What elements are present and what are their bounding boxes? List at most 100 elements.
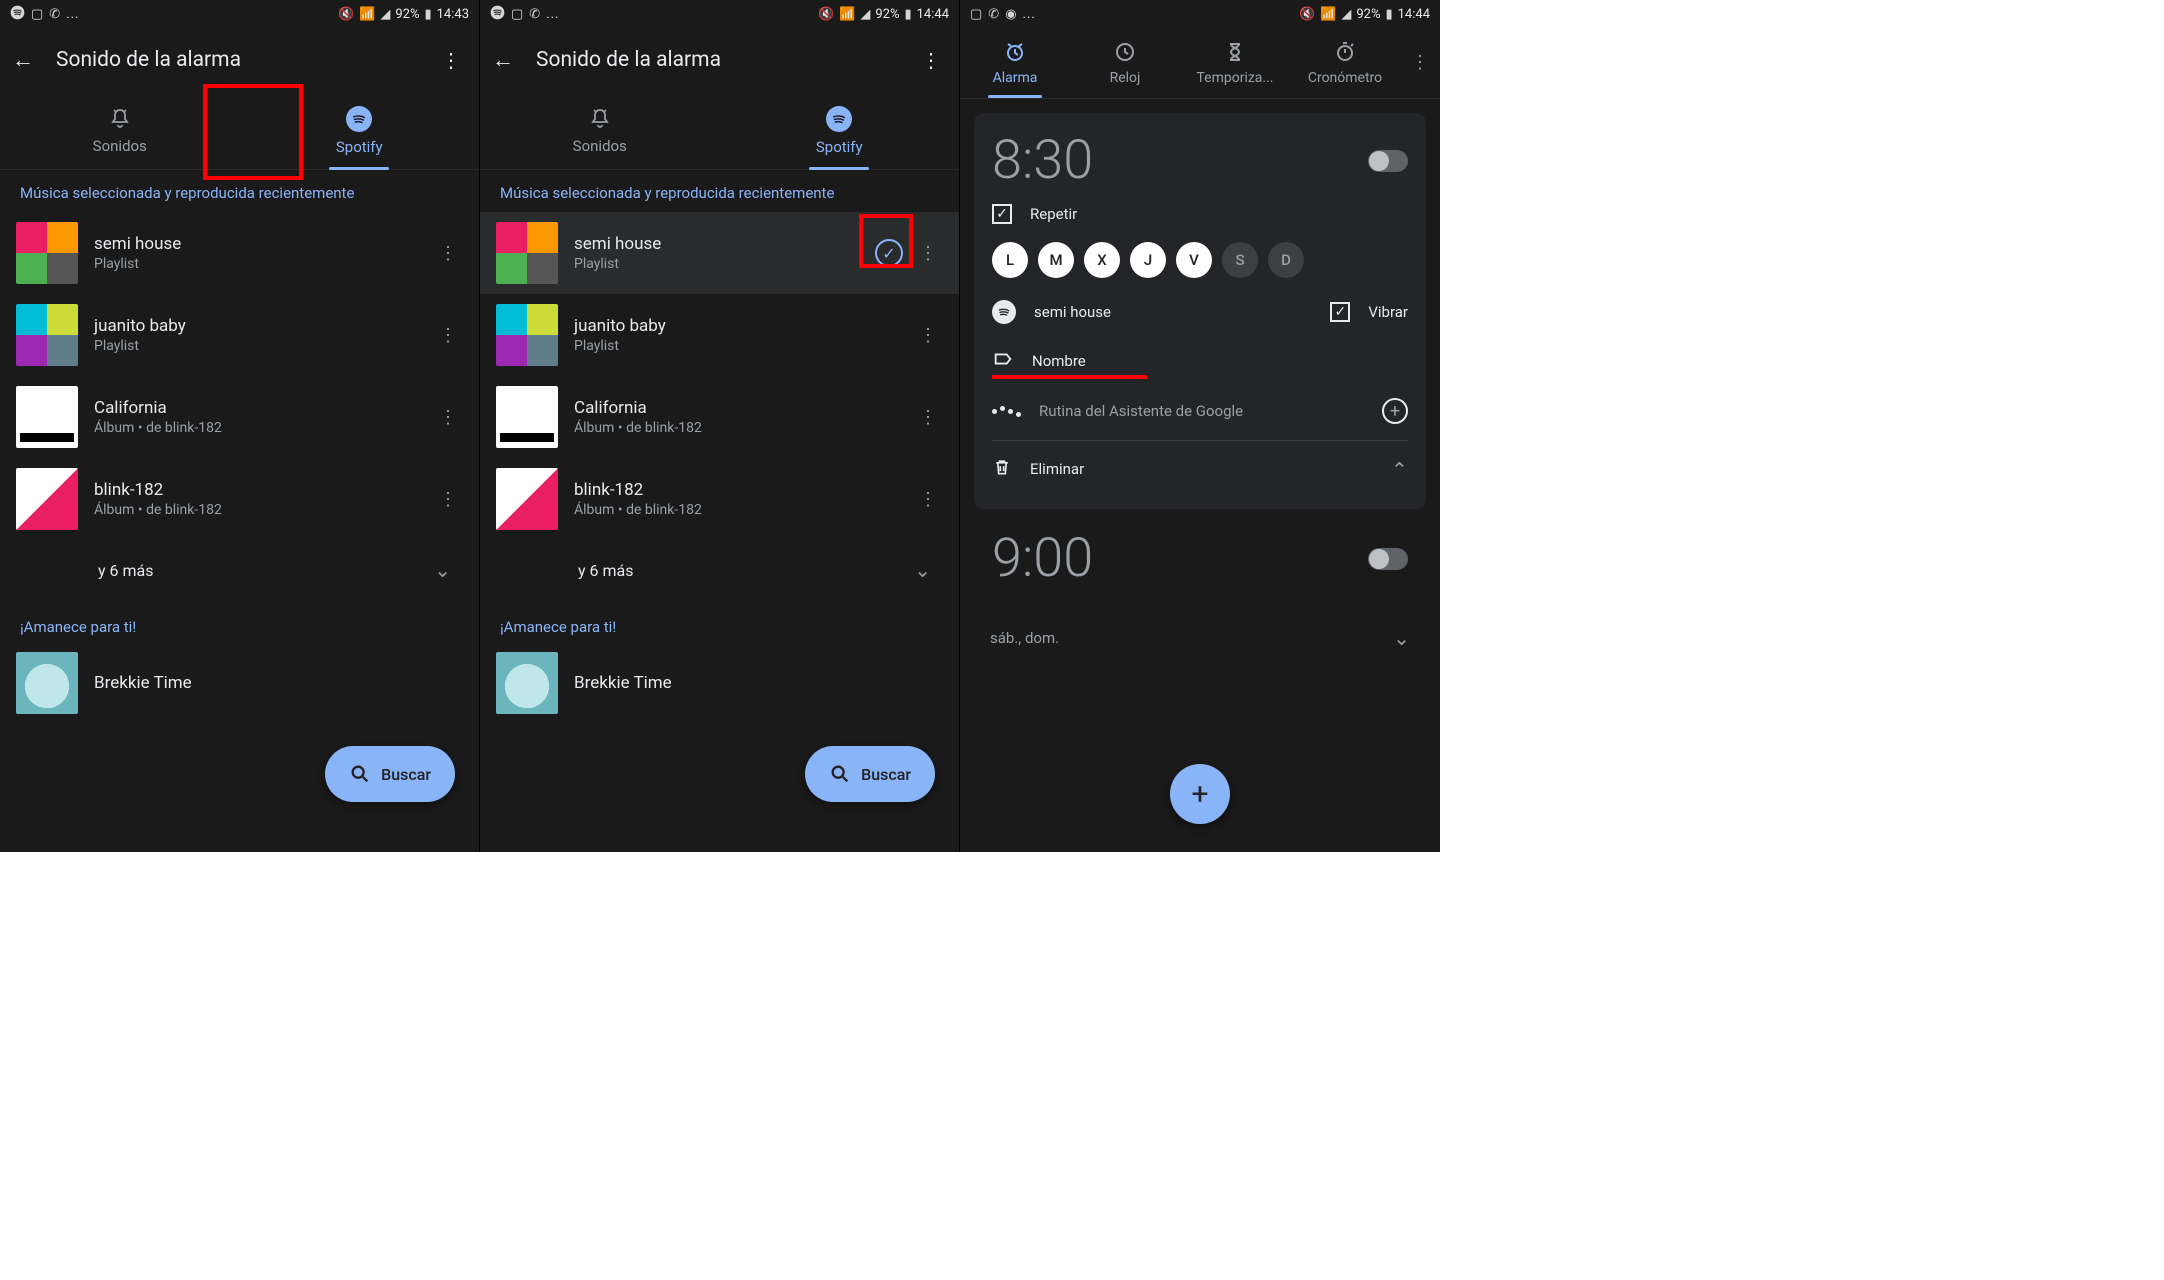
- day-pills: L M X J V S D: [992, 236, 1408, 288]
- track-row-juanito[interactable]: juanito baby Playlist ⋮: [0, 294, 479, 376]
- phone-screen-1: ▢ ✆ 🔇 📶 ◢ 92% ▮ 14:43 ← Sonido de la ala…: [0, 0, 480, 852]
- more-label: y 6 más: [98, 561, 154, 580]
- track-subtitle: Álbum • de blink-182: [574, 502, 897, 518]
- tab-timer[interactable]: Temporiza...: [1180, 34, 1290, 98]
- track-menu-icon[interactable]: ⋮: [913, 401, 943, 434]
- track-row-california[interactable]: California Álbum • de blink-182 ⋮: [480, 376, 959, 458]
- day-pill-X[interactable]: X: [1084, 242, 1120, 278]
- overflow-menu-icon[interactable]: ⋮: [1400, 34, 1440, 73]
- delete-row[interactable]: Eliminar ⌄: [992, 445, 1408, 493]
- add-routine-icon[interactable]: +: [1382, 398, 1408, 424]
- name-row[interactable]: Nombre: [992, 336, 1408, 386]
- chevron-up-icon[interactable]: ⌄: [1391, 457, 1408, 481]
- album-art: [16, 386, 78, 448]
- chevron-down-icon: ⌄: [1393, 626, 1410, 650]
- day-pill-L[interactable]: L: [992, 242, 1028, 278]
- repeat-checkbox[interactable]: [992, 204, 1012, 224]
- assistant-label: Rutina del Asistente de Google: [1039, 402, 1243, 420]
- track-row-brekkie[interactable]: Brekkie Time: [480, 642, 959, 714]
- tab-clock[interactable]: Reloj: [1070, 34, 1180, 98]
- signal-icon: ◢: [1341, 7, 1351, 22]
- more-row[interactable]: y 6 más ⌄: [480, 540, 959, 600]
- track-title: blink-182: [574, 480, 897, 500]
- day-pill-M[interactable]: M: [1038, 242, 1074, 278]
- section-recent-heading: Música seleccionada y reproducida recien…: [480, 170, 959, 212]
- track-row-california[interactable]: California Álbum • de blink-182 ⋮: [0, 376, 479, 458]
- back-icon[interactable]: ←: [492, 47, 514, 73]
- divider: [992, 440, 1408, 441]
- tab-stopwatch[interactable]: Cronómetro: [1290, 34, 1400, 98]
- track-menu-icon[interactable]: ⋮: [913, 483, 943, 516]
- spotify-tab-icon: [346, 106, 372, 132]
- tab-sounds[interactable]: Sonidos: [0, 92, 240, 169]
- alarm-card-expanded: 8:30 Repetir L M X J V S D semi house Vi…: [974, 113, 1426, 509]
- day-pill-V[interactable]: V: [1176, 242, 1212, 278]
- mute-icon: 🔇: [1299, 7, 1315, 22]
- track-row-juanito[interactable]: juanito baby Playlist ⋮: [480, 294, 959, 376]
- alarm-summary-row[interactable]: sáb., dom. ⌄: [960, 620, 1440, 666]
- alarm-toggle[interactable]: [1368, 548, 1408, 570]
- track-row-blink182[interactable]: blink-182 Álbum • de blink-182 ⋮: [0, 458, 479, 540]
- more-notifications-icon: [546, 7, 559, 22]
- track-menu-icon[interactable]: ⋮: [913, 319, 943, 352]
- status-time: 14:43: [437, 7, 469, 22]
- assistant-row[interactable]: Rutina del Asistente de Google +: [992, 386, 1408, 436]
- alarm-toggle[interactable]: [1368, 150, 1408, 172]
- assistant-icon: [992, 409, 1021, 414]
- sound-row[interactable]: semi house Vibrar: [992, 288, 1408, 336]
- search-fab[interactable]: Buscar: [805, 746, 935, 802]
- back-icon[interactable]: ←: [12, 47, 34, 73]
- mute-icon: 🔇: [338, 7, 354, 22]
- track-title: California: [574, 398, 897, 418]
- track-menu-icon[interactable]: ⋮: [433, 319, 463, 352]
- stopwatch-icon: [1333, 40, 1357, 64]
- track-title: California: [94, 398, 417, 418]
- image-icon: ▢: [31, 7, 43, 22]
- spotify-icon: [992, 300, 1016, 324]
- wifi-icon: 📶: [359, 7, 375, 22]
- alarm-time[interactable]: 8:30: [992, 129, 1093, 192]
- delete-label: Eliminar: [1030, 460, 1084, 478]
- alarm-time[interactable]: 9:00: [992, 527, 1093, 590]
- repeat-row[interactable]: Repetir: [992, 192, 1408, 236]
- overflow-menu-icon[interactable]: ⋮: [435, 48, 467, 72]
- day-pill-S[interactable]: S: [1222, 242, 1258, 278]
- track-menu-icon[interactable]: ⋮: [433, 237, 463, 270]
- circle-icon: ◉: [1005, 7, 1016, 22]
- track-row-blink182[interactable]: blink-182 Álbum • de blink-182 ⋮: [480, 458, 959, 540]
- sound-label: semi house: [1034, 303, 1111, 321]
- spotify-tab-icon: [826, 106, 852, 132]
- tab-stopwatch-label: Cronómetro: [1308, 70, 1382, 86]
- tab-alarm[interactable]: Alarma: [960, 34, 1070, 98]
- wifi-icon: 📶: [1320, 7, 1336, 22]
- track-subtitle: Álbum • de blink-182: [94, 502, 417, 518]
- track-subtitle: Álbum • de blink-182: [574, 420, 897, 436]
- search-icon: [349, 763, 371, 785]
- tab-sounds[interactable]: Sonidos: [480, 92, 720, 169]
- track-title: juanito baby: [94, 316, 417, 336]
- album-art: [496, 386, 558, 448]
- add-alarm-fab[interactable]: +: [1170, 764, 1230, 824]
- day-pill-D[interactable]: D: [1268, 242, 1304, 278]
- tab-spotify[interactable]: Spotify: [240, 92, 480, 169]
- overflow-menu-icon[interactable]: ⋮: [915, 48, 947, 72]
- sound-tabs: Sonidos Spotify: [0, 92, 479, 170]
- app-bar: ← Sonido de la alarma ⋮: [0, 28, 479, 92]
- search-fab[interactable]: Buscar: [325, 746, 455, 802]
- tab-clock-label: Reloj: [1110, 70, 1141, 86]
- track-subtitle: Playlist: [574, 338, 897, 354]
- clock-icon: [1113, 40, 1137, 64]
- track-title: Brekkie Time: [94, 673, 463, 693]
- track-row-brekkie[interactable]: Brekkie Time: [0, 642, 479, 714]
- track-row-semi-house[interactable]: semi house Playlist ⋮: [0, 212, 479, 294]
- vibrate-checkbox[interactable]: [1330, 302, 1350, 322]
- track-row-semi-house[interactable]: semi house Playlist ✓ ⋮: [480, 212, 959, 294]
- track-menu-icon[interactable]: ⋮: [913, 237, 943, 270]
- label-icon: [992, 348, 1014, 374]
- more-row[interactable]: y 6 más ⌄: [0, 540, 479, 600]
- image-icon: ▢: [970, 7, 982, 22]
- tab-spotify[interactable]: Spotify: [720, 92, 960, 169]
- track-menu-icon[interactable]: ⋮: [433, 401, 463, 434]
- track-menu-icon[interactable]: ⋮: [433, 483, 463, 516]
- day-pill-J[interactable]: J: [1130, 242, 1166, 278]
